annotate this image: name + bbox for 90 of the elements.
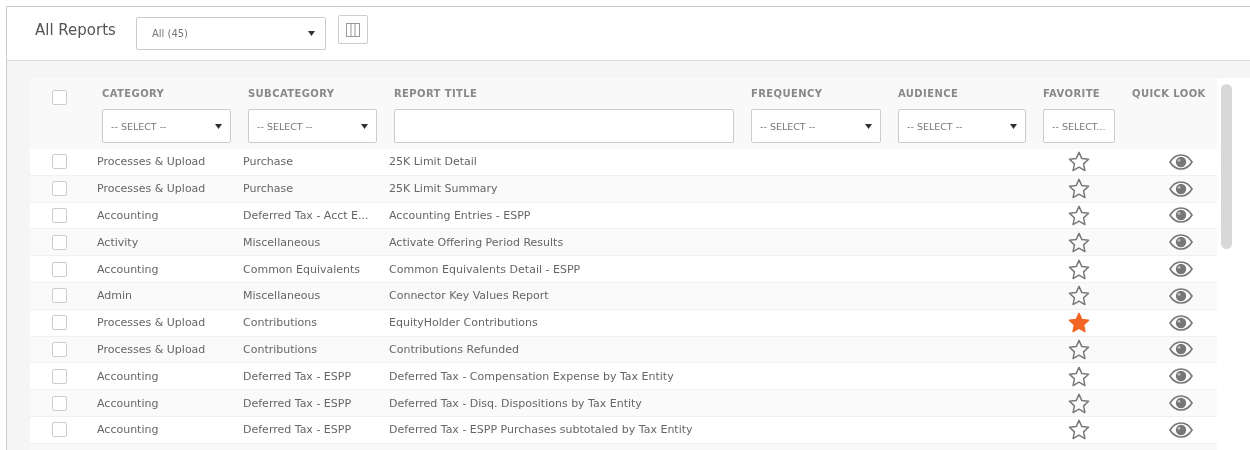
row-checkbox[interactable] bbox=[52, 422, 67, 438]
search-field[interactable] bbox=[394, 109, 734, 143]
caret-icon bbox=[307, 31, 315, 36]
row-checkbox[interactable] bbox=[52, 395, 67, 411]
row-checkbox[interactable] bbox=[52, 368, 67, 384]
table-cell-text: Processes & Upload bbox=[97, 182, 207, 196]
filter-select[interactable]: -- SELECT -- bbox=[898, 109, 1026, 143]
star-icon[interactable] bbox=[1068, 231, 1090, 253]
columns-icon bbox=[345, 22, 360, 37]
eye-icon[interactable] bbox=[1169, 287, 1193, 304]
eye-icon[interactable] bbox=[1169, 368, 1193, 385]
table-cell-text: Accounting bbox=[97, 369, 160, 383]
table-cell-text: Common Equivalents bbox=[243, 262, 362, 276]
table-cell-text: Deferred Tax - ESPP bbox=[243, 396, 353, 410]
table-cell-text: Accounting bbox=[97, 423, 160, 437]
table-cell-text: Deferred Tax - Compensation Expense by Tax Entity bbox=[389, 369, 675, 383]
table-cell-text: Purchase bbox=[243, 182, 294, 196]
table-cell-text: Deferred Tax - Disq. Dispositions by Tax Entity bbox=[389, 396, 643, 410]
column-header: REPORT TITLE bbox=[394, 88, 479, 99]
table-cell-text: 25K Limit Summary bbox=[389, 182, 499, 196]
page-title: All Reports bbox=[35, 20, 116, 39]
star-icon[interactable] bbox=[1068, 178, 1090, 200]
eye-icon[interactable] bbox=[1169, 180, 1193, 197]
table-cell-text: Accounting bbox=[97, 396, 160, 410]
table-cell-text: Accounting bbox=[97, 262, 160, 276]
star-icon[interactable] bbox=[1068, 365, 1090, 387]
row-checkbox[interactable] bbox=[52, 288, 67, 304]
table-cell-text: Deferred Tax - ESPP bbox=[243, 423, 353, 437]
table-cell-text: Connector Key Values Report bbox=[389, 289, 550, 303]
row-checkbox[interactable] bbox=[52, 315, 67, 331]
column-header: FAVORITE bbox=[1043, 88, 1102, 99]
table-cell-text: 25K Limit Detail bbox=[389, 155, 478, 169]
table-cell-text: Admin bbox=[97, 289, 134, 303]
eye-icon[interactable] bbox=[1169, 207, 1193, 224]
row-checkbox[interactable] bbox=[52, 154, 67, 170]
row-checkbox[interactable] bbox=[52, 261, 67, 277]
table-cell-text: Deferred Tax - ESPP Purchases subtotaled by Tax Entity bbox=[389, 423, 694, 437]
table-cell-text: Contributions Refunded bbox=[389, 342, 520, 356]
eye-icon[interactable] bbox=[1169, 421, 1193, 438]
caret-icon bbox=[361, 123, 368, 129]
star-icon[interactable] bbox=[1068, 312, 1090, 334]
table-cell-text: Processes & Upload bbox=[97, 316, 207, 330]
table-cell-text: Accounting Entries - ESPP bbox=[389, 209, 532, 222]
columns-button[interactable] bbox=[337, 15, 368, 44]
column-header: AUDIENCE bbox=[898, 88, 960, 99]
eye-icon[interactable] bbox=[1169, 341, 1193, 358]
scrollbar[interactable] bbox=[1221, 84, 1232, 249]
star-icon[interactable] bbox=[1068, 285, 1090, 307]
table-cell-text: Processes & Upload bbox=[97, 155, 207, 169]
table-cell-text: Deferred Tax - ESPP bbox=[243, 369, 353, 383]
table-cell-text: Processes & Upload bbox=[97, 342, 207, 356]
row-checkbox[interactable] bbox=[52, 181, 67, 197]
caret-icon bbox=[1010, 123, 1017, 129]
eye-icon[interactable] bbox=[1169, 314, 1193, 331]
table-cell-text: EquityHolder Contributions bbox=[389, 316, 539, 330]
star-icon[interactable] bbox=[1068, 419, 1090, 441]
eye-icon[interactable] bbox=[1169, 234, 1193, 251]
filter-select[interactable]: -- SELECT -- bbox=[751, 109, 881, 143]
table-cell-text: Activate Offering Period Results bbox=[389, 235, 565, 249]
caret-icon bbox=[865, 123, 872, 129]
table-cell-text: Common Equivalents Detail - ESPP bbox=[389, 262, 582, 276]
column-header: SUBCATEGORY bbox=[248, 88, 336, 99]
select-all-checkbox[interactable] bbox=[52, 90, 67, 105]
row-checkbox[interactable] bbox=[52, 208, 67, 223]
filter-select[interactable]: -- SELECT... bbox=[1043, 109, 1115, 143]
column-header: CATEGORY bbox=[102, 88, 166, 99]
eye-icon[interactable] bbox=[1169, 395, 1193, 412]
table-cell-text: Miscellaneous bbox=[243, 289, 322, 303]
row-checkbox[interactable] bbox=[52, 234, 67, 250]
view-select[interactable]: All (45) bbox=[135, 17, 326, 50]
star-icon[interactable] bbox=[1068, 392, 1090, 414]
eye-icon[interactable] bbox=[1169, 261, 1193, 278]
star-icon[interactable] bbox=[1068, 338, 1090, 360]
table-cell-text: Contributions bbox=[243, 342, 319, 356]
table-cell-text: Contributions bbox=[243, 316, 319, 330]
eye-icon[interactable] bbox=[1169, 153, 1193, 170]
table-cell-text: Purchase bbox=[243, 155, 294, 169]
caret-icon bbox=[215, 123, 222, 129]
star-icon[interactable] bbox=[1068, 205, 1090, 226]
table-cell-text: Accounting bbox=[97, 209, 160, 222]
filter-select[interactable]: -- SELECT -- bbox=[102, 109, 231, 143]
star-icon[interactable] bbox=[1068, 151, 1090, 173]
table-cell-text: Activity bbox=[97, 235, 140, 249]
column-header: QUICK LOOK bbox=[1132, 88, 1206, 99]
star-icon[interactable] bbox=[1068, 258, 1090, 280]
row-checkbox[interactable] bbox=[52, 341, 67, 357]
table-cell-text: Deferred Tax - Acct E... bbox=[243, 209, 370, 222]
filter-select[interactable]: -- SELECT -- bbox=[248, 109, 377, 143]
table-cell-text: Miscellaneous bbox=[243, 235, 322, 249]
column-header: FREQUENCY bbox=[751, 88, 824, 99]
